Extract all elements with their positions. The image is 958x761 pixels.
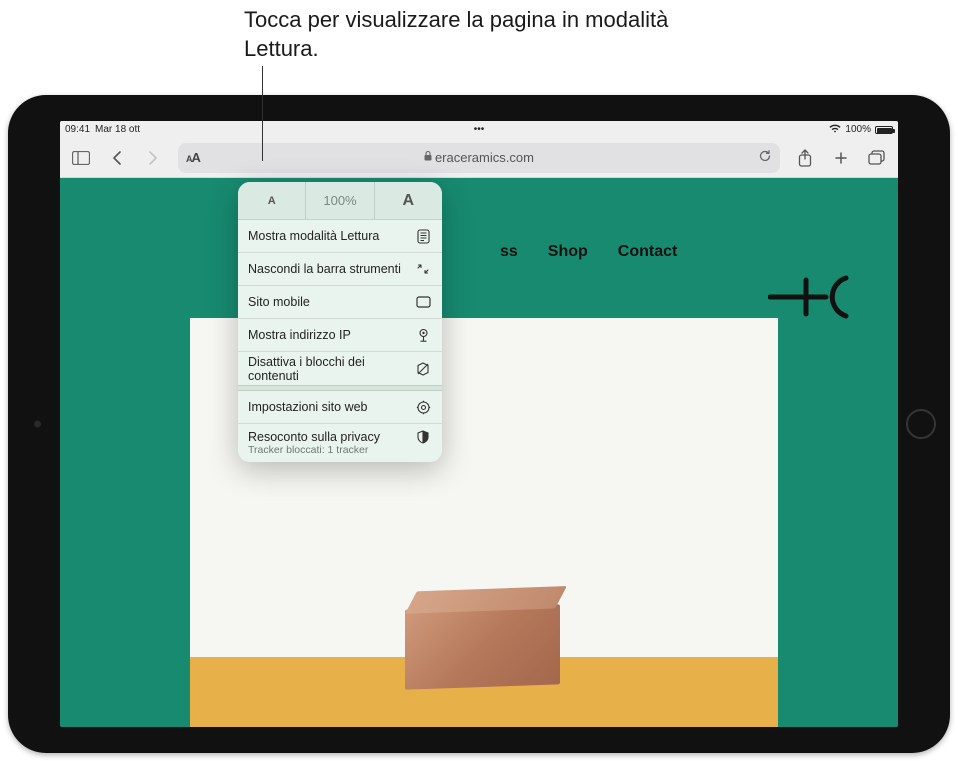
privacy-icon [414, 428, 432, 446]
menu-item-website-settings[interactable]: Impostazioni sito web [238, 391, 442, 424]
nav-link-contact[interactable]: Contact [618, 243, 678, 261]
page-content: ss Shop Contact [60, 178, 898, 727]
settings-icon [414, 398, 432, 416]
back-button[interactable] [106, 147, 128, 169]
blockers-off-icon [414, 360, 432, 378]
zoom-in-button[interactable]: A [375, 182, 442, 219]
menu-item-disable-blockers[interactable]: Disattiva i blocchi dei contenuti [238, 352, 442, 385]
callout-text: Tocca per visualizzare la pagina in moda… [244, 6, 744, 63]
zoom-row: A 100% A [238, 182, 442, 220]
callout: Tocca per visualizzare la pagina in moda… [244, 6, 744, 63]
screen: 09:41 Mar 18 ott ••• 100% [60, 121, 898, 727]
zoom-out-button[interactable]: A [238, 182, 306, 219]
reload-icon[interactable] [758, 149, 772, 166]
address-text: eraceramics.com [206, 150, 752, 165]
menu-label: Mostra modalità Lettura [248, 229, 379, 243]
safari-toolbar: AA eraceramics.com [60, 138, 898, 178]
menu-item-mobile-site[interactable]: Sito mobile [238, 286, 442, 319]
brick-graphic [405, 604, 560, 689]
menu-label: Mostra indirizzo IP [248, 328, 351, 342]
new-tab-icon[interactable] [830, 147, 852, 169]
site-logo[interactable] [768, 272, 858, 322]
lock-icon [424, 151, 432, 164]
zoom-level: 100% [306, 182, 374, 219]
status-left: 09:41 Mar 18 ott [65, 124, 140, 135]
address-bar[interactable]: AA eraceramics.com [178, 143, 780, 173]
status-time: 09:41 [65, 124, 90, 135]
url-text: eraceramics.com [435, 150, 534, 165]
forward-button[interactable] [142, 147, 164, 169]
site-nav: ss Shop Contact [60, 232, 898, 272]
nav-link-shop[interactable]: Shop [548, 243, 588, 261]
menu-item-show-ip[interactable]: Mostra indirizzo IP [238, 319, 442, 352]
page-settings-button[interactable]: AA [186, 150, 200, 165]
wifi-icon [829, 124, 841, 136]
front-camera [34, 421, 41, 428]
privacy-sub: Tracker bloccati: 1 tracker [238, 444, 442, 462]
collapse-icon [414, 260, 432, 278]
menu-label: Sito mobile [248, 295, 310, 309]
menu-label: Nascondi la barra strumenti [248, 262, 401, 276]
page-settings-popover: A 100% A Mostra modalità Lettura Nascond… [238, 182, 442, 462]
ipad-frame: 09:41 Mar 18 ott ••• 100% [8, 95, 950, 753]
status-date: Mar 18 ott [95, 124, 140, 135]
menu-label: Impostazioni sito web [248, 400, 368, 414]
menu-item-privacy-report[interactable]: Resoconto sulla privacy Tracker bloccati… [238, 424, 442, 462]
reader-icon [414, 227, 432, 245]
menu-label: Resoconto sulla privacy [248, 430, 380, 444]
multitask-dots[interactable]: ••• [474, 124, 485, 135]
sidebar-icon[interactable] [70, 147, 92, 169]
home-button[interactable] [906, 409, 936, 439]
menu-label: Disattiva i blocchi dei contenuti [248, 355, 414, 383]
battery-percent: 100% [845, 124, 871, 135]
menu-item-hide-toolbar[interactable]: Nascondi la barra strumenti [238, 253, 442, 286]
nav-link-process[interactable]: ss [500, 243, 518, 261]
mobile-site-icon [414, 293, 432, 311]
status-bar: 09:41 Mar 18 ott ••• 100% [60, 121, 898, 138]
callout-leader-line [262, 66, 263, 161]
ip-icon [414, 326, 432, 344]
battery-icon [875, 126, 893, 134]
status-right: 100% [829, 124, 893, 136]
menu-item-reader[interactable]: Mostra modalità Lettura [238, 220, 442, 253]
tabs-icon[interactable] [866, 147, 888, 169]
share-icon[interactable] [794, 147, 816, 169]
